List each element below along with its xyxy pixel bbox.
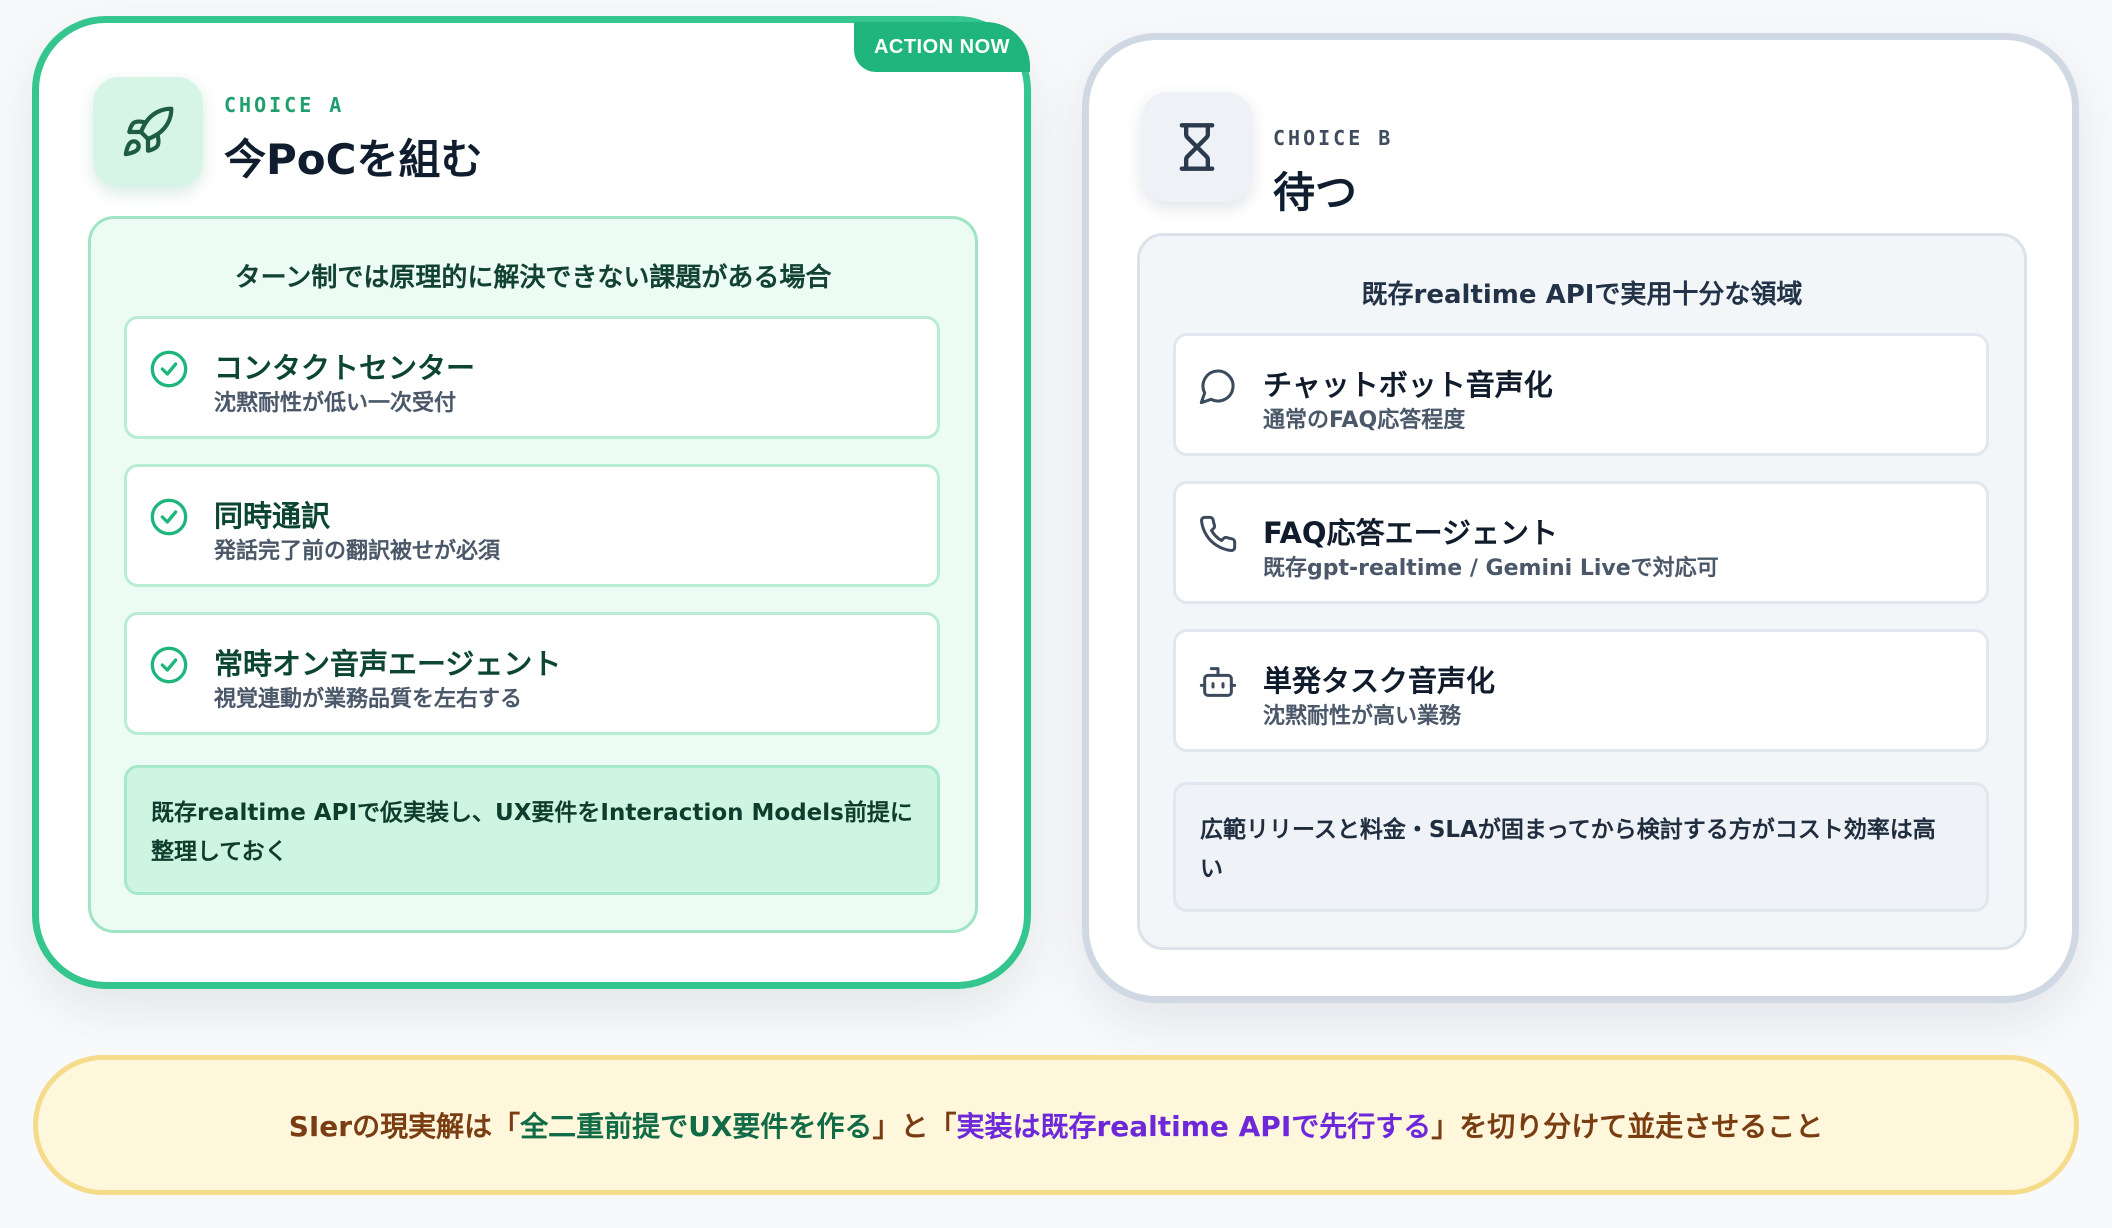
note-line: 広範リリースと料金・SLAが固まってから検討する方がコスト効率は高: [1200, 817, 1936, 843]
check-circle-icon: [150, 350, 188, 388]
choice-b-note: 広範リリースと料金・SLAが固まってから検討する方がコスト効率は高 い: [1173, 782, 1989, 912]
choice-a-panel: ターン制では原理的に解決できない課題がある場合 コンタクトセンター 沈黙耐性が低…: [88, 216, 978, 933]
item-subtitle: 既存gpt-realtime / Gemini Liveで対応可: [1263, 556, 1719, 581]
choice-a-card: ACTION NOW CHOICE A 今PoCを組む ターン制では原理的に解決…: [32, 16, 1031, 989]
choice-b-label: CHOICE B: [1273, 126, 1394, 150]
item-title: 同時通訳: [214, 499, 331, 533]
action-now-badge: ACTION NOW: [854, 22, 1030, 72]
item-subtitle: 沈黙耐性が高い業務: [1263, 704, 1462, 729]
note-line: 既存realtime APIで仮実装し、UX要件をInteraction Mod…: [151, 800, 913, 826]
summary-callout: SIerの現実解は「 全二重前提でUX要件を作る 」と「 実装は既存realtime …: [33, 1055, 2079, 1195]
choice-b-card: CHOICE B 待つ 既存realtime APIで実用十分な領域 チャットボ…: [1082, 33, 2079, 1003]
item-subtitle: 沈黙耐性が低い一次受付: [214, 391, 457, 416]
note-line: い: [1200, 856, 1223, 882]
rocket-icon: [123, 106, 174, 157]
summary-suffix: 」を切り分けて並走させること: [1431, 1110, 1824, 1143]
rocket-icon-tile: [93, 77, 203, 187]
item-subtitle: 通常のFAQ応答程度: [1263, 408, 1466, 433]
item-title: チャットボット音声化: [1263, 368, 1553, 402]
item-title: FAQ応答エージェント: [1263, 516, 1558, 550]
list-item-always-on-agent: 常時オン音声エージェント 視覚連動が業務品質を左右する: [124, 612, 940, 735]
choice-a-title: 今PoCを組む: [224, 135, 483, 184]
item-subtitle: 視覚連動が業務品質を左右する: [214, 687, 523, 712]
choice-b-title: 待つ: [1273, 168, 1358, 217]
hourglass-icon-tile: [1142, 92, 1252, 202]
choice-a-note: 既存realtime APIで仮実装し、UX要件をInteraction Mod…: [124, 765, 940, 895]
summary-middle: 」と「: [872, 1110, 957, 1143]
choice-a-panel-heading: ターン制では原理的に解決できない課題がある場合: [234, 263, 832, 293]
list-item-interpretation: 同時通訳 発話完了前の翻訳被せが必須: [124, 464, 940, 587]
hourglass-icon: [1179, 123, 1215, 171]
choice-b-panel: 既存realtime APIで実用十分な領域 チャットボット音声化 通常のFAQ…: [1137, 233, 2027, 950]
check-circle-icon: [150, 646, 188, 684]
check-circle-icon: [150, 498, 188, 536]
bot-icon: [1199, 667, 1237, 697]
choice-b-panel-heading: 既存realtime APIで実用十分な領域: [1361, 280, 1803, 310]
item-subtitle: 発話完了前の翻訳被せが必須: [214, 539, 501, 564]
note-line: 整理しておく: [151, 839, 288, 865]
list-item-faq-agent: FAQ応答エージェント 既存gpt-realtime / Gemini Live…: [1173, 481, 1989, 604]
choice-a-label: CHOICE A: [224, 93, 345, 117]
item-title: 常時オン音声エージェント: [214, 647, 562, 681]
summary-highlight-impl: 実装は既存realtime APIで先行する: [956, 1110, 1432, 1143]
chat-bubble-icon: [1199, 369, 1235, 405]
list-item-single-task-voice: 単発タスク音声化 沈黙耐性が高い業務: [1173, 629, 1989, 752]
list-item-contact-center: コンタクトセンター 沈黙耐性が低い一次受付: [124, 316, 940, 439]
list-item-chatbot-voice: チャットボット音声化 通常のFAQ応答程度: [1173, 333, 1989, 456]
summary-highlight-ux: 全二重前提でUX要件を作る: [520, 1110, 873, 1143]
item-title: 単発タスク音声化: [1263, 664, 1496, 698]
item-title: コンタクトセンター: [214, 351, 476, 385]
summary-prefix: SIerの現実解は「: [288, 1110, 521, 1143]
phone-icon: [1200, 515, 1237, 553]
